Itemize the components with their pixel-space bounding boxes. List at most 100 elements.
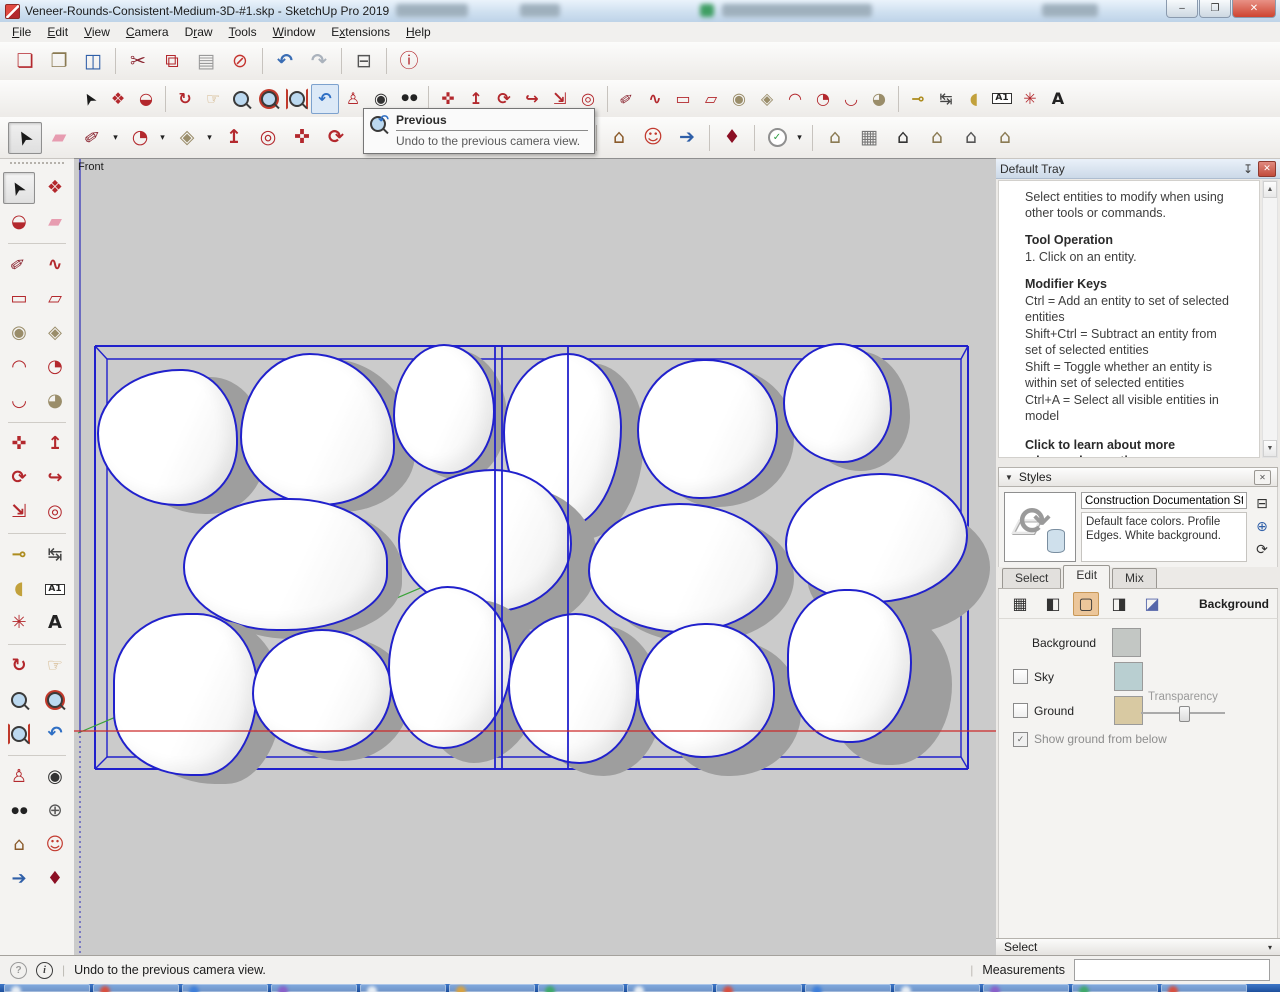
show-ground-checkbox[interactable]: ✓ — [1013, 732, 1028, 747]
sky-checkbox[interactable] — [1013, 669, 1028, 684]
orbit-button[interactable]: ↻ — [3, 650, 35, 682]
taskbar-item[interactable] — [449, 984, 535, 992]
menu-edit[interactable]: Edit — [39, 23, 76, 41]
close-button[interactable]: ✕ — [1232, 0, 1276, 18]
new-button[interactable]: ❏ — [8, 45, 42, 77]
zoom-extents-button[interactable] — [283, 84, 311, 114]
dimension-button[interactable]: ↹ — [39, 539, 71, 571]
cut-button[interactable]: ✂ — [121, 45, 155, 77]
extension-manager-button[interactable]: ♦ — [715, 122, 749, 154]
move-button[interactable]: ✜ — [3, 428, 35, 460]
instructor-scrollbar[interactable]: ▲ ▼ — [1262, 180, 1278, 458]
3d-warehouse-button[interactable]: ⌂ — [602, 122, 636, 154]
taskbar-item[interactable] — [93, 984, 179, 992]
view-front-button[interactable]: ⌂ — [886, 122, 920, 154]
text-button[interactable]: A1 — [988, 84, 1016, 114]
arc-3pt-button[interactable]: ◡ — [3, 385, 35, 417]
create-new-style-button[interactable]: ⊕ — [1252, 517, 1272, 537]
menu-help[interactable]: Help — [398, 23, 439, 41]
ground-swatch[interactable] — [1114, 696, 1143, 725]
send-to-layout-button[interactable]: ➔ — [3, 863, 35, 895]
taskbar-item[interactable] — [894, 984, 980, 992]
modeling-style-button[interactable]: ◪ — [1139, 592, 1165, 616]
paint-bucket-button[interactable]: ◒ — [132, 84, 160, 114]
move-button[interactable]: ✜ — [285, 122, 319, 154]
erase-button[interactable]: ⊘ — [223, 45, 257, 77]
pie-button[interactable]: ◔ — [123, 122, 157, 154]
style-thumbnail[interactable]: ▱ ⟳ — [1004, 492, 1076, 562]
pie-dropdown[interactable]: ▾ — [157, 132, 168, 143]
paste-button[interactable]: ▤ — [189, 45, 223, 77]
scroll-down-button[interactable]: ▼ — [1263, 440, 1277, 457]
rotated-rectangle-button[interactable]: ▱ — [39, 283, 71, 315]
taskbar-item[interactable] — [983, 984, 1069, 992]
print-button[interactable]: ⊟ — [347, 45, 381, 77]
extension-manager-button[interactable]: ♦ — [39, 863, 71, 895]
save-button[interactable]: ◫ — [76, 45, 110, 77]
previous-button[interactable]: ↶ — [311, 84, 339, 114]
tab-edit[interactable]: Edit — [1063, 565, 1110, 589]
taskbar-item[interactable] — [627, 984, 713, 992]
tray-header[interactable]: Default Tray ↧ ✕ — [996, 159, 1280, 179]
freehand-button[interactable]: ∿ — [641, 84, 669, 114]
zoom-button[interactable] — [227, 84, 255, 114]
stone-3[interactable] — [393, 344, 495, 474]
view-top-button[interactable]: ▦ — [852, 122, 886, 154]
section-plane-button[interactable]: ⊕ — [39, 795, 71, 827]
scale-button[interactable]: ⇲ — [3, 496, 35, 528]
view-right-button[interactable]: ⌂ — [920, 122, 954, 154]
taskbar-item[interactable] — [360, 984, 446, 992]
stone-12[interactable] — [252, 629, 392, 753]
circle-button[interactable]: ◉ — [3, 317, 35, 349]
menu-draw[interactable]: Draw — [177, 23, 221, 41]
rectangle-button[interactable]: ▭ — [3, 283, 35, 315]
taskbar-item[interactable] — [716, 984, 802, 992]
model-info-button[interactable]: ⓘ — [392, 45, 426, 77]
filled-arc-button[interactable]: ◕ — [865, 84, 893, 114]
stone-7[interactable] — [183, 498, 388, 631]
freehand-button[interactable]: ∿ — [39, 249, 71, 281]
taskbar-item[interactable] — [538, 984, 624, 992]
arc-2pt-button[interactable]: ◠ — [781, 84, 809, 114]
menu-extensions[interactable]: Extensions — [323, 23, 398, 41]
background-style-button[interactable]: ▢ — [1073, 592, 1099, 616]
eraser-button[interactable]: ▰ — [42, 122, 76, 154]
user-account-dropdown[interactable]: ▾ — [794, 132, 805, 143]
taskbar-item[interactable] — [805, 984, 891, 992]
redo-button[interactable]: ↷ — [302, 45, 336, 77]
filled-arc-button[interactable]: ◕ — [39, 385, 71, 417]
rotate-button[interactable]: ⟳ — [3, 462, 35, 494]
zoom-extents-button[interactable] — [3, 718, 35, 750]
paint-bucket-button[interactable]: ◒ — [3, 206, 35, 238]
menu-file[interactable]: File — [4, 23, 39, 41]
tab-select[interactable]: Select — [1002, 568, 1061, 588]
circle-button[interactable]: ◉ — [725, 84, 753, 114]
stone-16[interactable] — [787, 589, 912, 743]
menu-view[interactable]: View — [76, 23, 118, 41]
arc-3pt-button[interactable]: ◡ — [837, 84, 865, 114]
push-pull-button[interactable]: ↥ — [217, 122, 251, 154]
select-collapsed-panel[interactable]: Select ▾ — [996, 938, 1280, 955]
protractor-button[interactable]: ◖ — [3, 573, 35, 605]
pan-button[interactable]: ☞ — [199, 84, 227, 114]
3d-warehouse-button[interactable]: ⌂ — [3, 829, 35, 861]
push-pull-button[interactable]: ↥ — [39, 428, 71, 460]
offset-button[interactable]: ◎ — [39, 496, 71, 528]
taskbar-item[interactable] — [182, 984, 268, 992]
follow-me-button[interactable]: ↪ — [39, 462, 71, 494]
view-back-button[interactable]: ⌂ — [954, 122, 988, 154]
scroll-up-button[interactable]: ▲ — [1263, 181, 1277, 198]
taskbar-item[interactable] — [1161, 984, 1247, 992]
taskbar-item[interactable] — [1072, 984, 1158, 992]
style-description[interactable]: Default face colors. Profile Edges. Whit… — [1081, 512, 1247, 562]
pie-button[interactable]: ◔ — [39, 351, 71, 383]
arc-2pt-button[interactable]: ◠ — [3, 351, 35, 383]
styles-close-button[interactable]: ✕ — [1254, 470, 1271, 485]
line-button[interactable]: ✏ — [3, 249, 35, 281]
select-button[interactable]: ➤ — [76, 84, 104, 114]
edge-style-button[interactable]: ▦ — [1007, 592, 1033, 616]
extension-warehouse-button[interactable]: ☺ — [39, 829, 71, 861]
zoom-window-button[interactable] — [255, 84, 283, 114]
menu-camera[interactable]: Camera — [118, 23, 177, 41]
offset-button[interactable]: ◎ — [251, 122, 285, 154]
